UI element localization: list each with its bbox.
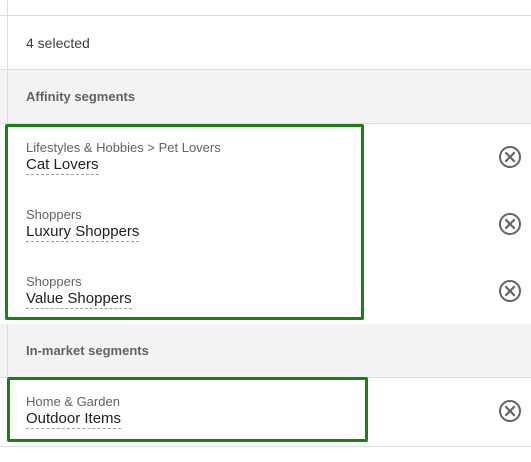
segment-path: Home & Garden	[26, 394, 120, 409]
segment-path: Lifestyles & Hobbies > Pet Lovers	[26, 140, 221, 155]
section-header-affinity: Affinity segments	[0, 70, 531, 124]
segment-name[interactable]: Outdoor Items	[26, 410, 122, 429]
section-title: In-market segments	[26, 343, 149, 358]
segment-name[interactable]: Cat Lovers	[26, 156, 99, 175]
segment-item-cat-lovers: Lifestyles & Hobbies > Pet Lovers Cat Lo…	[0, 124, 531, 191]
remove-circle-icon[interactable]	[498, 212, 522, 236]
left-gutter	[0, 324, 8, 377]
remove-circle-icon[interactable]	[498, 145, 522, 169]
left-gutter	[0, 16, 8, 69]
left-gutter	[0, 0, 8, 16]
remove-circle-icon[interactable]	[498, 279, 522, 303]
segment-name[interactable]: Luxury Shoppers	[26, 223, 140, 242]
section-header-in-market: In-market segments	[0, 324, 531, 378]
segment-path: Shoppers	[26, 274, 82, 289]
segment-name[interactable]: Value Shoppers	[26, 290, 132, 309]
left-gutter	[0, 70, 8, 123]
remove-circle-icon[interactable]	[498, 399, 522, 423]
selected-count: 4 selected	[26, 35, 90, 51]
selection-summary-row: 4 selected	[0, 16, 531, 70]
top-strip	[0, 0, 531, 16]
segment-item-outdoor-items: Home & Garden Outdoor Items	[0, 378, 531, 445]
row-divider	[0, 446, 531, 447]
segment-item-luxury-shoppers: Shoppers Luxury Shoppers	[0, 191, 531, 258]
segment-item-value-shoppers: Shoppers Value Shoppers	[0, 258, 531, 325]
segment-path: Shoppers	[26, 207, 82, 222]
section-title: Affinity segments	[26, 89, 136, 104]
